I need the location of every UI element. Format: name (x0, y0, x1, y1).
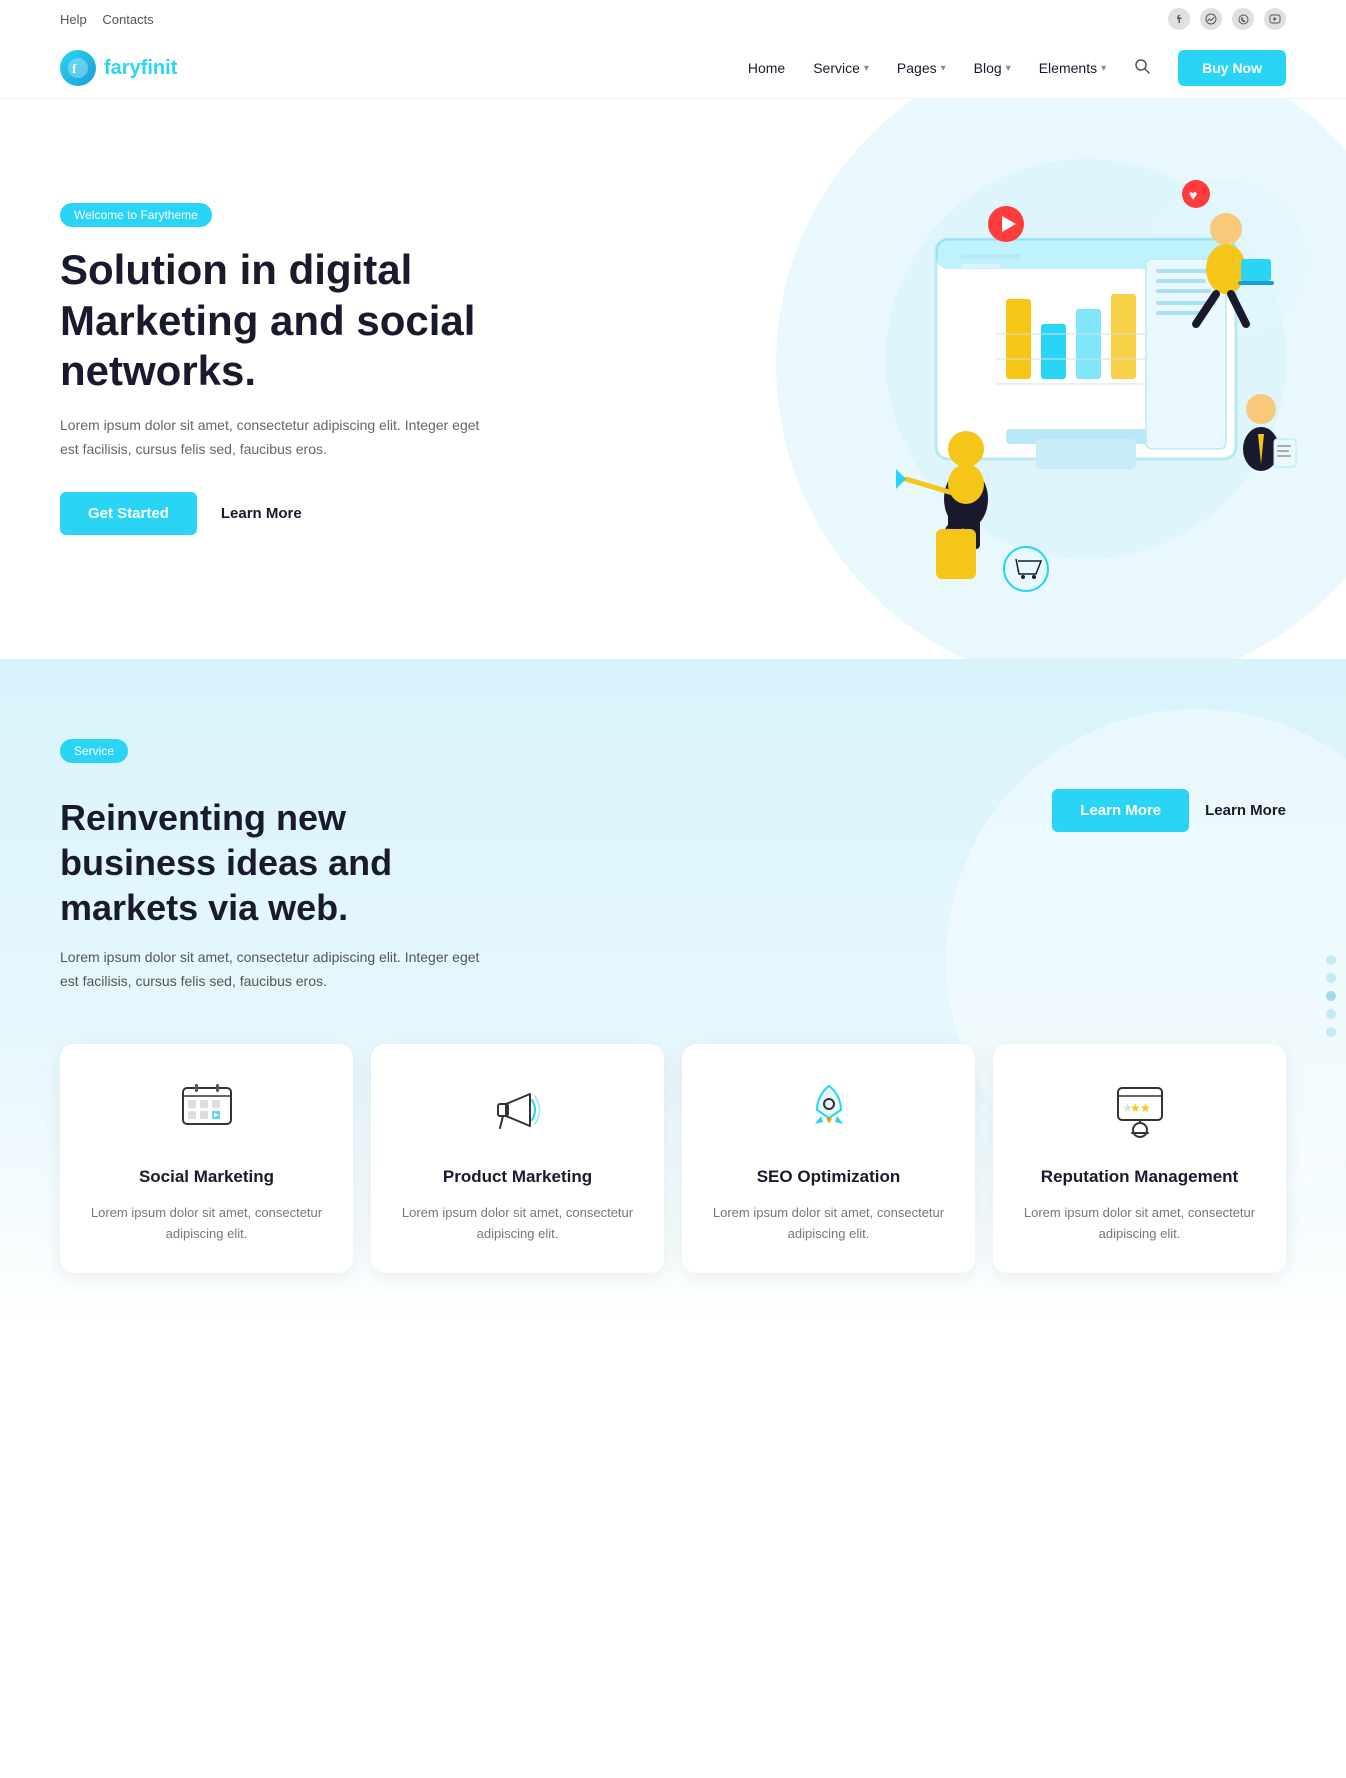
svg-text:f: f (72, 61, 77, 76)
service-learn-more-filled-button[interactable]: Learn More (1052, 789, 1189, 832)
nav-links: Home Service ▾ Pages ▾ Blog ▾ Elements ▾… (748, 50, 1286, 86)
service-chevron-icon: ▾ (864, 63, 869, 74)
svg-text:♥: ♥ (1189, 187, 1197, 203)
whatsapp-icon[interactable] (1232, 8, 1254, 30)
get-started-button[interactable]: Get Started (60, 492, 197, 535)
service-learn-more-outline-button[interactable]: Learn More (1205, 802, 1286, 819)
blog-chevron-icon: ▾ (1006, 63, 1011, 74)
card-product-marketing: Product Marketing Lorem ipsum dolor sit … (371, 1044, 664, 1273)
service-cards: Social Marketing Lorem ipsum dolor sit a… (60, 1044, 1286, 1273)
nav-elements[interactable]: Elements ▾ (1039, 60, 1106, 76)
nav-pages[interactable]: Pages ▾ (897, 60, 946, 76)
service-badge: Service (60, 739, 128, 763)
card-4-desc: Lorem ipsum dolor sit amet, consectetur … (1015, 1202, 1264, 1245)
buy-now-button[interactable]: Buy Now (1178, 50, 1286, 86)
hero-buttons: Get Started Learn More (60, 492, 480, 535)
service-buttons: Learn More Learn More (1052, 739, 1286, 832)
card-1-desc: Lorem ipsum dolor sit amet, consectetur … (82, 1202, 331, 1245)
card-4-title: Reputation Management (1015, 1166, 1264, 1188)
service-left: Service Reinventing new business ideas a… (60, 739, 480, 994)
hero-title: Solution in digital Marketing and social… (60, 245, 480, 396)
logo-brand: faryfinit (104, 57, 177, 80)
hero-section: Welcome to Farytheme Solution in digital… (0, 99, 1346, 659)
card-3-desc: Lorem ipsum dolor sit amet, consectetur … (704, 1202, 953, 1245)
topbar-links: Help Contacts (60, 12, 166, 27)
topbar: Help Contacts (0, 0, 1346, 38)
social-marketing-icon (171, 1074, 243, 1146)
reputation-management-icon: ★ ★ ★ (1104, 1074, 1176, 1146)
card-2-desc: Lorem ipsum dolor sit amet, consectetur … (393, 1202, 642, 1245)
product-marketing-icon (482, 1074, 554, 1146)
svg-text:★: ★ (1122, 1101, 1133, 1115)
youtube-icon[interactable] (1264, 8, 1286, 30)
hero-description: Lorem ipsum dolor sit amet, consectetur … (60, 414, 480, 462)
service-description: Lorem ipsum dolor sit amet, consectetur … (60, 946, 480, 994)
logo[interactable]: f faryfinit (60, 50, 177, 86)
decoration-dots (1326, 955, 1336, 1037)
topbar-social (1168, 8, 1286, 30)
nav-service[interactable]: Service ▾ (813, 60, 869, 76)
service-title: Reinventing new business ideas and marke… (60, 795, 480, 930)
learn-more-link[interactable]: Learn More (221, 505, 302, 522)
service-header: Service Reinventing new business ideas a… (60, 739, 1286, 994)
nav-blog[interactable]: Blog ▾ (974, 60, 1011, 76)
card-seo-optimization: SEO Optimization Lorem ipsum dolor sit a… (682, 1044, 975, 1273)
pages-chevron-icon: ▾ (941, 63, 946, 74)
navbar: f faryfinit Home Service ▾ Pages ▾ Blog … (0, 38, 1346, 99)
card-2-title: Product Marketing (393, 1166, 642, 1188)
hero-badge: Welcome to Farytheme (60, 203, 212, 227)
card-reputation-management: ★ ★ ★ Reputation Management Lorem ipsum … (993, 1044, 1286, 1273)
service-section: Service Reinventing new business ideas a… (0, 659, 1346, 1333)
hero-content: Welcome to Farytheme Solution in digital… (60, 203, 480, 535)
help-link[interactable]: Help (60, 12, 87, 27)
messenger-icon[interactable] (1200, 8, 1222, 30)
card-3-title: SEO Optimization (704, 1166, 953, 1188)
card-1-title: Social Marketing (82, 1166, 331, 1188)
svg-text:★: ★ (1140, 1101, 1151, 1115)
search-icon[interactable] (1134, 58, 1150, 79)
facebook-icon[interactable] (1168, 8, 1190, 30)
seo-optimization-icon (793, 1074, 865, 1146)
logo-icon: f (60, 50, 96, 86)
card-social-marketing: Social Marketing Lorem ipsum dolor sit a… (60, 1044, 353, 1273)
hero-illustration: ♥ (806, 139, 1306, 619)
elements-chevron-icon: ▾ (1101, 63, 1106, 74)
nav-home[interactable]: Home (748, 60, 785, 76)
contacts-link[interactable]: Contacts (102, 12, 153, 27)
